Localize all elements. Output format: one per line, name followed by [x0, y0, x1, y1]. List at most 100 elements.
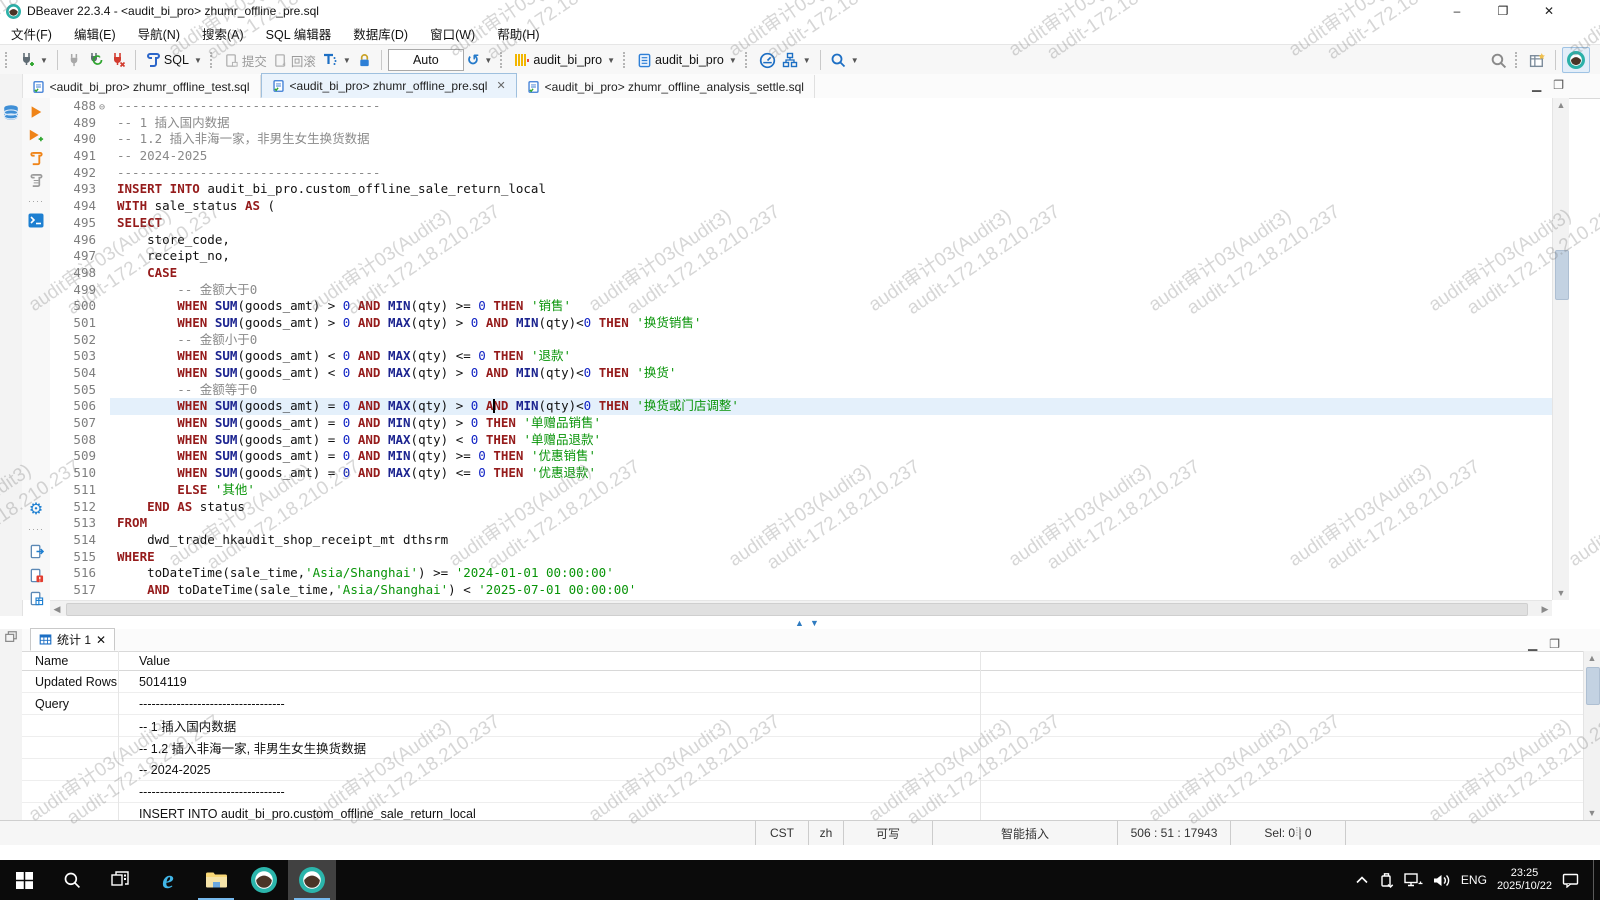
- maximize-panel-icon[interactable]: ❐: [1549, 637, 1560, 651]
- code-text[interactable]: -- 金额等于0: [110, 382, 1552, 399]
- panel-vertical-scrollbar[interactable]: ▲ ▼: [1583, 651, 1600, 820]
- table-row[interactable]: Query-----------------------------------: [22, 693, 1584, 715]
- scroll-up-arrow[interactable]: ▲: [1584, 651, 1600, 665]
- menu-item[interactable]: 搜索(A): [191, 22, 255, 44]
- column-divider[interactable]: [118, 651, 119, 820]
- close-icon[interactable]: ✕: [496, 79, 505, 92]
- maximize-editor-icon[interactable]: ❐: [1553, 78, 1564, 92]
- open-terminal-button[interactable]: [26, 211, 46, 229]
- status-cell[interactable]: zh: [808, 821, 843, 845]
- show-desktop-edge[interactable]: [1593, 860, 1594, 900]
- execute-script-button[interactable]: [26, 149, 46, 167]
- sash-down-arrow[interactable]: ▼: [810, 618, 819, 628]
- transaction-history-button[interactable]: ↺ ▼: [464, 49, 496, 71]
- database-navigator-icon[interactable]: [2, 104, 20, 122]
- scroll-left-arrow[interactable]: ◀: [50, 602, 64, 616]
- scrollbar-thumb[interactable]: [1555, 250, 1569, 300]
- scroll-down-arrow[interactable]: ▼: [1553, 586, 1569, 600]
- explain-plan-button[interactable]: [26, 171, 46, 189]
- code-text[interactable]: store_code,: [110, 232, 1552, 249]
- code-text[interactable]: WITH sale_status AS (: [110, 198, 1552, 215]
- status-cell[interactable]: Sel: 0 | 0: [1230, 821, 1346, 845]
- dbeaver-active-taskbar-button[interactable]: [288, 860, 336, 900]
- code-text[interactable]: SELECT: [110, 215, 1552, 232]
- code-text[interactable]: -- 1.2 插入非海一家，非男生女生换货数据: [110, 131, 1552, 148]
- code-text[interactable]: WHEN SUM(goods_amt) > 0 AND MAX(qty) > 0…: [110, 315, 1552, 332]
- execute-statement-button[interactable]: [26, 103, 46, 121]
- code-text[interactable]: -- 2024-2025: [110, 148, 1552, 165]
- code-text[interactable]: -----------------------------------: [110, 98, 1552, 115]
- code-text[interactable]: FROM: [110, 515, 1552, 532]
- start-button[interactable]: [0, 860, 48, 900]
- status-cell[interactable]: 506 : 51 : 17943: [1117, 821, 1230, 845]
- scroll-up-arrow[interactable]: ▲: [1553, 98, 1569, 112]
- editor-vertical-scrollbar[interactable]: ▲ ▼: [1552, 98, 1569, 600]
- code-text[interactable]: WHEN SUM(goods_amt) < 0 AND MAX(qty) > 0…: [110, 365, 1552, 382]
- volume-icon[interactable]: [1433, 873, 1451, 888]
- code-text[interactable]: WHEN SUM(goods_amt) > 0 AND MIN(qty) >= …: [110, 298, 1552, 315]
- editor-tab[interactable]: <audit_bi_pro> zhumr_offline_analysis_se…: [517, 75, 815, 98]
- transaction-log-button[interactable]: ▼: [319, 50, 354, 70]
- reconnect-button[interactable]: [85, 50, 107, 70]
- table-row[interactable]: -- 1.2 插入非海一家, 非男生女生换货数据: [22, 737, 1584, 759]
- save-to-file-button[interactable]: [26, 589, 46, 607]
- commit-button[interactable]: 提交: [221, 49, 270, 72]
- column-divider[interactable]: [980, 651, 981, 820]
- close-button[interactable]: ✕: [1526, 0, 1572, 22]
- code-text[interactable]: WHEN SUM(goods_amt) = 0 AND MIN(qty) > 0…: [110, 415, 1552, 432]
- open-perspective-button[interactable]: [1526, 50, 1549, 71]
- dashboard-button[interactable]: [756, 50, 779, 71]
- minimize-editor-icon[interactable]: ▁: [1532, 78, 1541, 92]
- disconnect-button[interactable]: [107, 50, 129, 70]
- menu-item[interactable]: SQL 编辑器: [255, 22, 343, 44]
- dbeaver-perspective-button[interactable]: [1562, 47, 1590, 73]
- new-connection-button[interactable]: ▼: [16, 50, 51, 70]
- code-text[interactable]: WHEN SUM(goods_amt) < 0 AND MAX(qty) <= …: [110, 348, 1552, 365]
- menu-item[interactable]: 窗口(W): [419, 22, 486, 44]
- close-icon[interactable]: ✕: [96, 633, 106, 647]
- code-text[interactable]: WHERE: [110, 549, 1552, 566]
- code-text[interactable]: -- 金额小于0: [110, 332, 1552, 349]
- hidden-icons-chevron[interactable]: [1355, 875, 1369, 885]
- menu-item[interactable]: 导航(N): [127, 22, 191, 44]
- code-text[interactable]: WHEN SUM(goods_amt) = 0 AND MIN(qty) >= …: [110, 448, 1552, 465]
- editor-horizontal-scrollbar[interactable]: ◀ ▶: [50, 600, 1552, 617]
- notification-center-icon[interactable]: [1562, 872, 1579, 888]
- panel-sash[interactable]: ▲ ▼: [0, 616, 1600, 629]
- restore-panel-icon[interactable]: [4, 630, 18, 644]
- task-view-button[interactable]: [96, 860, 144, 900]
- code-text[interactable]: END AS status: [110, 499, 1552, 516]
- network-button[interactable]: ▼: [779, 50, 814, 70]
- sql-editor-button[interactable]: SQL ▼: [142, 50, 205, 70]
- code-text[interactable]: -- 金额大于0: [110, 282, 1552, 299]
- menu-item[interactable]: 帮助(H): [486, 22, 550, 44]
- network-icon[interactable]: [1404, 873, 1423, 888]
- connection-selector[interactable]: audit_bi_pro ▼: [511, 50, 618, 70]
- autocommit-combo[interactable]: Auto: [388, 49, 464, 71]
- sql-code-editor[interactable]: 488⊖-----------------------------------4…: [50, 98, 1552, 600]
- code-text[interactable]: AND toDateTime(sale_time,'Asia/Shanghai'…: [110, 582, 1552, 599]
- table-row[interactable]: -- 1 插入国内数据: [22, 715, 1584, 737]
- menu-item[interactable]: 编辑(E): [63, 22, 127, 44]
- taskbar-search-button[interactable]: [48, 860, 96, 900]
- lock-button[interactable]: [354, 51, 375, 70]
- code-text[interactable]: CASE: [110, 265, 1552, 282]
- status-cell[interactable]: 智能插入: [932, 821, 1117, 845]
- internet-explorer-button[interactable]: e: [144, 860, 192, 900]
- table-row[interactable]: -- 2024-2025: [22, 759, 1584, 781]
- disconnected-plug-button[interactable]: [64, 51, 85, 70]
- code-text[interactable]: dwd_trade_hkaudit_shop_receipt_mt dthsrm: [110, 532, 1552, 549]
- stats-tab[interactable]: 统计 1 ✕: [30, 628, 115, 651]
- editor-tab[interactable]: <audit_bi_pro> zhumr_offline_test.sql: [22, 75, 261, 98]
- editor-tab[interactable]: <audit_bi_pro> zhumr_offline_pre.sql✕: [261, 73, 517, 98]
- scroll-down-arrow[interactable]: ▼: [1584, 806, 1600, 820]
- maximize-button[interactable]: ❐: [1480, 0, 1526, 22]
- toolbar-search-button[interactable]: ▼: [827, 50, 862, 70]
- language-indicator[interactable]: ENG: [1461, 873, 1487, 887]
- rollback-button[interactable]: 回滚: [270, 49, 319, 72]
- editor-settings-button[interactable]: ⚙: [26, 500, 46, 518]
- file-explorer-button[interactable]: [192, 860, 240, 900]
- scrollbar-thumb[interactable]: [66, 603, 1528, 616]
- quick-access-search-button[interactable]: [1487, 50, 1510, 71]
- scroll-right-arrow[interactable]: ▶: [1538, 602, 1552, 616]
